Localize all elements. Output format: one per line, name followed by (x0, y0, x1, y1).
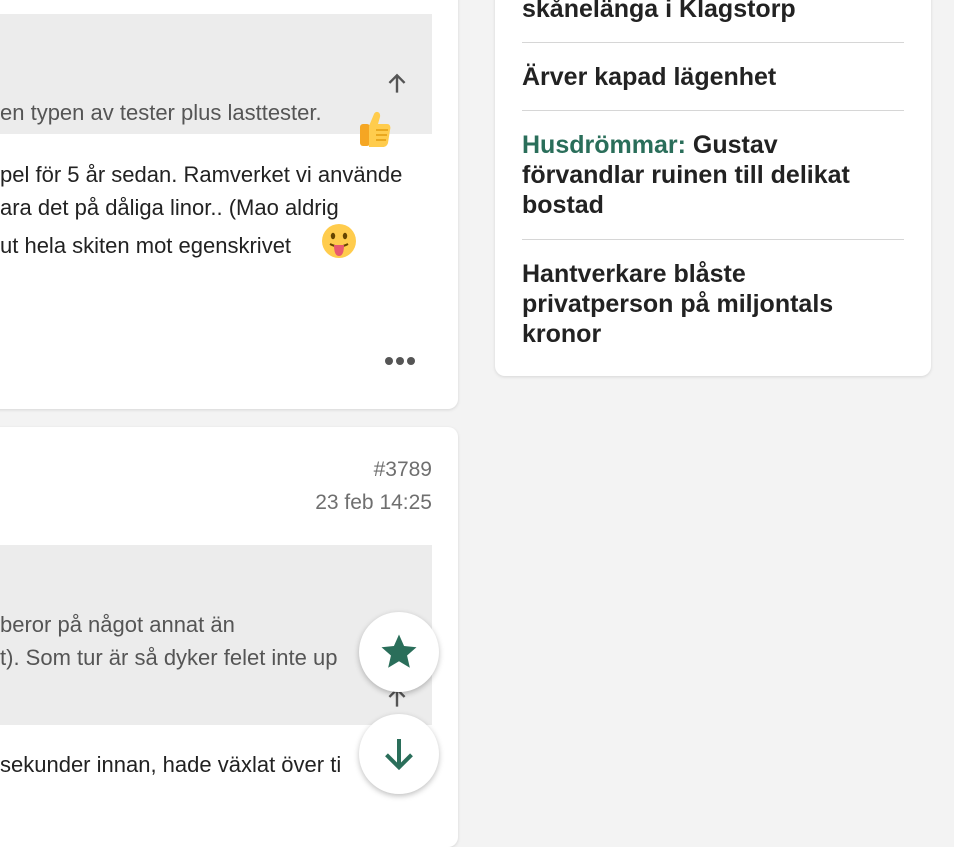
arrow-down-icon (385, 739, 413, 771)
post-body-line: sekunder innan, hade växlat över ti (0, 752, 342, 777)
quote-text: beror på något annat än (0, 612, 235, 637)
article-link[interactable]: Ärver kapad lägenhet (522, 62, 904, 92)
article-link[interactable]: Husdrömmar: Gustav förvandlar ruinen til… (522, 130, 904, 220)
post-body-line: ut hela skiten mot egenskrivet (0, 233, 292, 258)
divider (522, 42, 904, 43)
post-body-line: pel för 5 år sedan. Ramverket vi använde (0, 162, 403, 187)
article-tag: Husdrömmar: (522, 131, 686, 159)
quote-text: en typen av tester plus lasttester. (0, 100, 322, 125)
post-body-line: ara det på dåliga linor.. (Mao aldrig (0, 195, 339, 220)
article-title: skånelänga i Klagstorp (522, 0, 796, 23)
article-title: Ärver kapad lägenhet (522, 63, 777, 91)
tongue-emoji (322, 224, 356, 258)
arrow-up-icon[interactable] (384, 71, 410, 97)
post-timestamp: 23 feb 14:25 (315, 491, 432, 514)
divider (522, 110, 904, 111)
related-articles: skånelänga i Klagstorp Ärver kapad lägen… (495, 0, 931, 376)
more-dots-icon[interactable] (384, 356, 416, 366)
star-icon (381, 634, 417, 668)
post-card: en typen av tester plus lasttester. pel … (0, 0, 458, 409)
article-title: Hantverkare blåste privatperson på miljo… (522, 260, 834, 348)
post-number[interactable]: #3789 (374, 458, 432, 482)
scroll-down-button[interactable] (359, 714, 439, 794)
thumbs-up-emoji (360, 111, 391, 147)
quote-block: en typen av tester plus lasttester. (0, 14, 432, 147)
article-link[interactable]: skånelänga i Klagstorp (522, 0, 904, 24)
favorite-button[interactable] (359, 612, 439, 692)
article-link[interactable]: Hantverkare blåste privatperson på miljo… (522, 259, 904, 349)
divider (522, 239, 904, 240)
quote-text: t). Som tur är så dyker felet inte up (0, 645, 338, 670)
